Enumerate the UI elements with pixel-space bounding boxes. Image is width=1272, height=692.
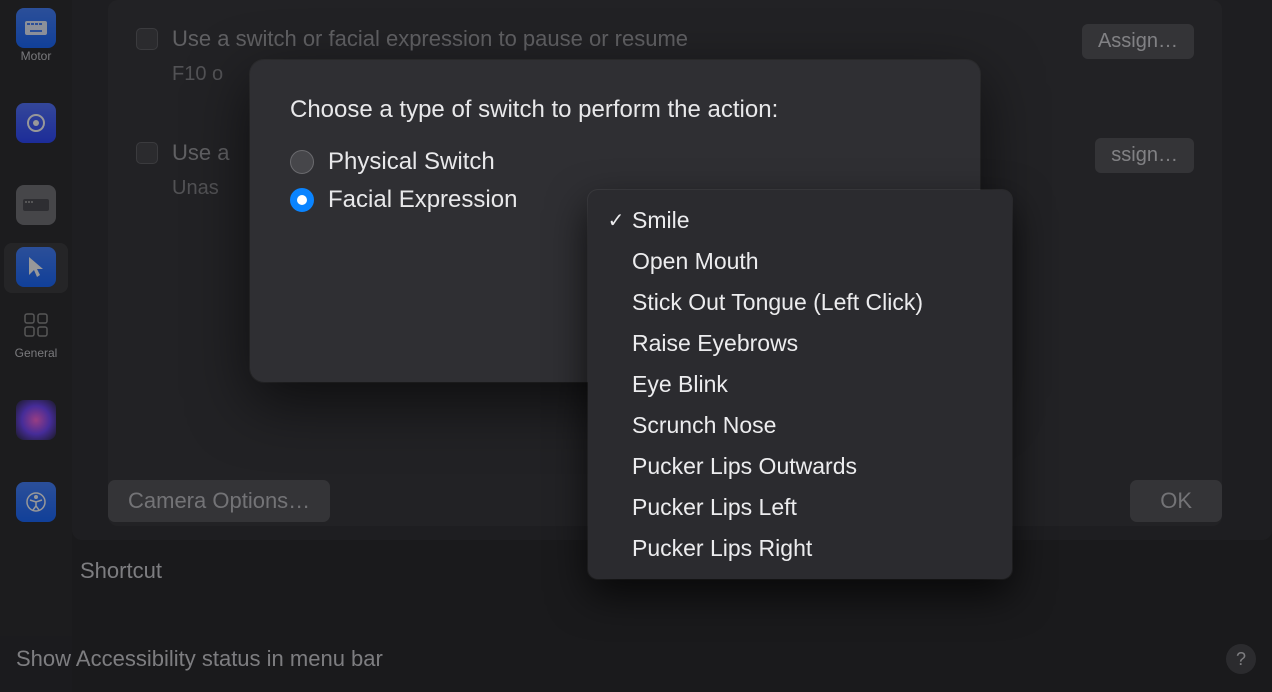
keyboard-grey-icon	[16, 185, 56, 225]
ok-button[interactable]: OK	[1130, 480, 1222, 522]
siri-icon	[16, 400, 56, 440]
menu-item-open-mouth[interactable]: Open Mouth	[594, 241, 1006, 282]
menu-item-label: Scrunch Nose	[632, 412, 776, 439]
menu-item-label: Smile	[632, 207, 690, 234]
radio-label: Physical Switch	[328, 148, 495, 176]
radio-physical-switch[interactable]: Physical Switch	[290, 148, 940, 176]
sidebar-item-general[interactable]: General	[4, 301, 68, 364]
keyboard-icon	[16, 8, 56, 48]
menu-item-label: Eye Blink	[632, 371, 728, 398]
menu-item-pucker-left[interactable]: Pucker Lips Left	[594, 487, 1006, 528]
sidebar-item-keyboard[interactable]	[4, 181, 68, 231]
grid-icon	[16, 305, 56, 345]
sidebar-item-accessibility[interactable]	[4, 478, 68, 528]
sidebar-item-switch[interactable]	[4, 99, 68, 149]
accessibility-icon	[16, 482, 56, 522]
dialog-title: Choose a type of switch to perform the a…	[290, 96, 940, 124]
help-button[interactable]: ?	[1226, 644, 1256, 674]
menu-item-eye-blink[interactable]: Eye Blink	[594, 364, 1006, 405]
radio-button[interactable]	[290, 150, 314, 174]
menu-item-label: Pucker Lips Outwards	[632, 453, 857, 480]
radio-label: Facial Expression	[328, 186, 517, 214]
checkbox-2[interactable]	[136, 142, 158, 164]
menu-item-pucker-outwards[interactable]: Pucker Lips Outwards	[594, 446, 1006, 487]
radio-button[interactable]	[290, 188, 314, 212]
pointer-icon	[16, 247, 56, 287]
menu-item-label: Pucker Lips Right	[632, 535, 812, 562]
menubar-status-label: Show Accessibility status in menu bar	[16, 646, 383, 672]
menu-item-label: Raise Eyebrows	[632, 330, 798, 357]
sidebar-item-siri[interactable]	[4, 396, 68, 446]
option-label: Use a switch or facial expression to pau…	[172, 24, 1068, 55]
checkmark-icon: ✓	[604, 208, 628, 233]
menu-item-stick-out-tongue[interactable]: Stick Out Tongue (Left Click)	[594, 282, 1006, 323]
assign-button-2[interactable]: ssign…	[1095, 138, 1194, 173]
checkbox-pause[interactable]	[136, 28, 158, 50]
shortcut-label: Shortcut	[80, 558, 162, 584]
menu-item-label: Pucker Lips Left	[632, 494, 797, 521]
menu-item-pucker-right[interactable]: Pucker Lips Right	[594, 528, 1006, 569]
menu-item-label: Open Mouth	[632, 248, 759, 275]
sidebar-item-label: General	[15, 347, 58, 360]
menu-item-raise-eyebrows[interactable]: Raise Eyebrows	[594, 323, 1006, 364]
sidebar-item-motor[interactable]: Motor	[4, 4, 68, 67]
sidebar-item-label: Motor	[21, 50, 52, 63]
sidebar: Motor General	[0, 0, 72, 692]
facial-expression-menu: ✓ Smile Open Mouth Stick Out Tongue (Lef…	[588, 190, 1012, 579]
sidebar-item-pointer[interactable]	[4, 243, 68, 293]
camera-options-button[interactable]: Camera Options…	[108, 480, 330, 522]
menu-item-smile[interactable]: ✓ Smile	[594, 200, 1006, 241]
assign-button[interactable]: Assign…	[1082, 24, 1194, 59]
menu-item-label: Stick Out Tongue (Left Click)	[632, 289, 923, 316]
menu-item-scrunch-nose[interactable]: Scrunch Nose	[594, 405, 1006, 446]
switch-icon	[16, 103, 56, 143]
